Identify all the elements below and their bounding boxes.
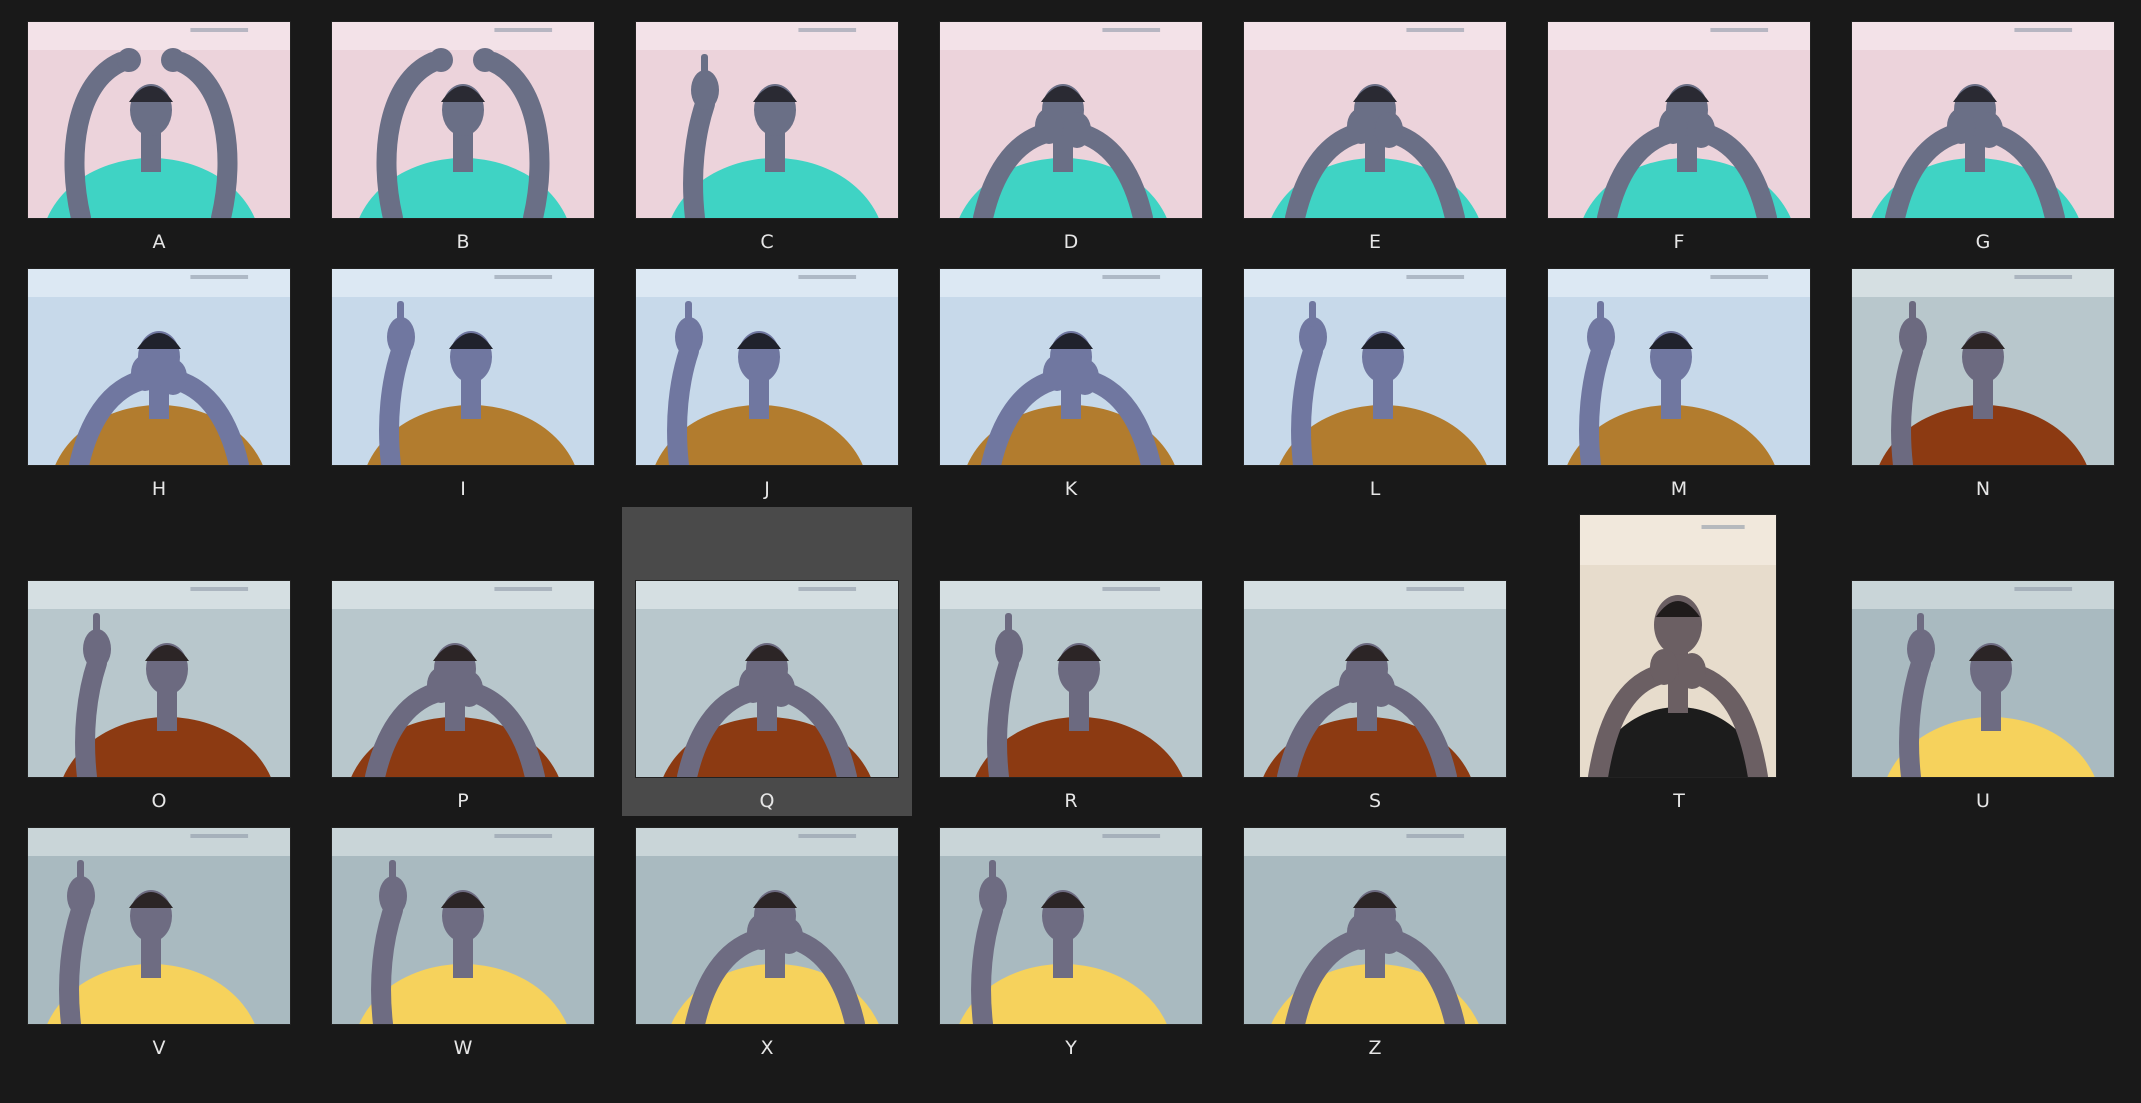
thumbnail-label[interactable]: U: [1953, 790, 2013, 812]
thumbnail-i[interactable]: [332, 269, 594, 465]
thumbnail-x[interactable]: [636, 828, 898, 1024]
thumbnail-y[interactable]: [940, 828, 1202, 1024]
thumbnail-l[interactable]: [1244, 269, 1506, 465]
thumbnail-o[interactable]: [28, 581, 290, 777]
thumbnail-t[interactable]: [1580, 515, 1776, 777]
thumbnail-label[interactable]: G: [1953, 231, 2013, 253]
thumbnail-label[interactable]: K: [1041, 478, 1101, 500]
thumbnail-k[interactable]: [940, 269, 1202, 465]
thumbnail-label[interactable]: T: [1649, 790, 1709, 812]
thumbnail-b[interactable]: [332, 22, 594, 218]
thumbnail-label[interactable]: E: [1345, 231, 1405, 253]
thumbnail-u[interactable]: [1852, 581, 2114, 777]
thumbnail-z[interactable]: [1244, 828, 1506, 1024]
thumbnail-label[interactable]: P: [433, 790, 493, 812]
thumbnail-label[interactable]: I: [433, 478, 493, 500]
thumbnail-label[interactable]: A: [129, 231, 189, 253]
thumbnail-label[interactable]: Z: [1345, 1037, 1405, 1059]
thumbnail-label[interactable]: S: [1345, 790, 1405, 812]
thumbnail-label[interactable]: X: [737, 1037, 797, 1059]
thumbnail-label[interactable]: N: [1953, 478, 2013, 500]
thumbnail-v[interactable]: [28, 828, 290, 1024]
thumbnail-g[interactable]: [1852, 22, 2114, 218]
thumbnail-q[interactable]: [636, 581, 898, 777]
thumbnail-label[interactable]: L: [1345, 478, 1405, 500]
thumbnail-label[interactable]: Y: [1041, 1037, 1101, 1059]
thumbnail-e[interactable]: [1244, 22, 1506, 218]
sign-language-gallery: A B C D E F G H I J K L M N O P Q R S T …: [0, 0, 2141, 1103]
thumbnail-w[interactable]: [332, 828, 594, 1024]
thumbnail-a[interactable]: [28, 22, 290, 218]
thumbnail-j[interactable]: [636, 269, 898, 465]
thumbnail-f[interactable]: [1548, 22, 1810, 218]
thumbnail-label[interactable]: O: [129, 790, 189, 812]
thumbnail-label[interactable]: F: [1649, 231, 1709, 253]
thumbnail-label[interactable]: V: [129, 1037, 189, 1059]
thumbnail-r[interactable]: [940, 581, 1202, 777]
thumbnail-label[interactable]: B: [433, 231, 493, 253]
thumbnail-label[interactable]: C: [737, 231, 797, 253]
thumbnail-d[interactable]: [940, 22, 1202, 218]
thumbnail-label[interactable]: Q: [737, 790, 797, 812]
thumbnail-c[interactable]: [636, 22, 898, 218]
thumbnail-label[interactable]: H: [129, 478, 189, 500]
thumbnail-m[interactable]: [1548, 269, 1810, 465]
thumbnail-p[interactable]: [332, 581, 594, 777]
thumbnail-label[interactable]: R: [1041, 790, 1101, 812]
thumbnail-h[interactable]: [28, 269, 290, 465]
thumbnail-n[interactable]: [1852, 269, 2114, 465]
thumbnail-label[interactable]: D: [1041, 231, 1101, 253]
thumbnail-label[interactable]: M: [1649, 478, 1709, 500]
thumbnail-s[interactable]: [1244, 581, 1506, 777]
thumbnail-label[interactable]: J: [737, 478, 797, 500]
thumbnail-label[interactable]: W: [433, 1037, 493, 1059]
